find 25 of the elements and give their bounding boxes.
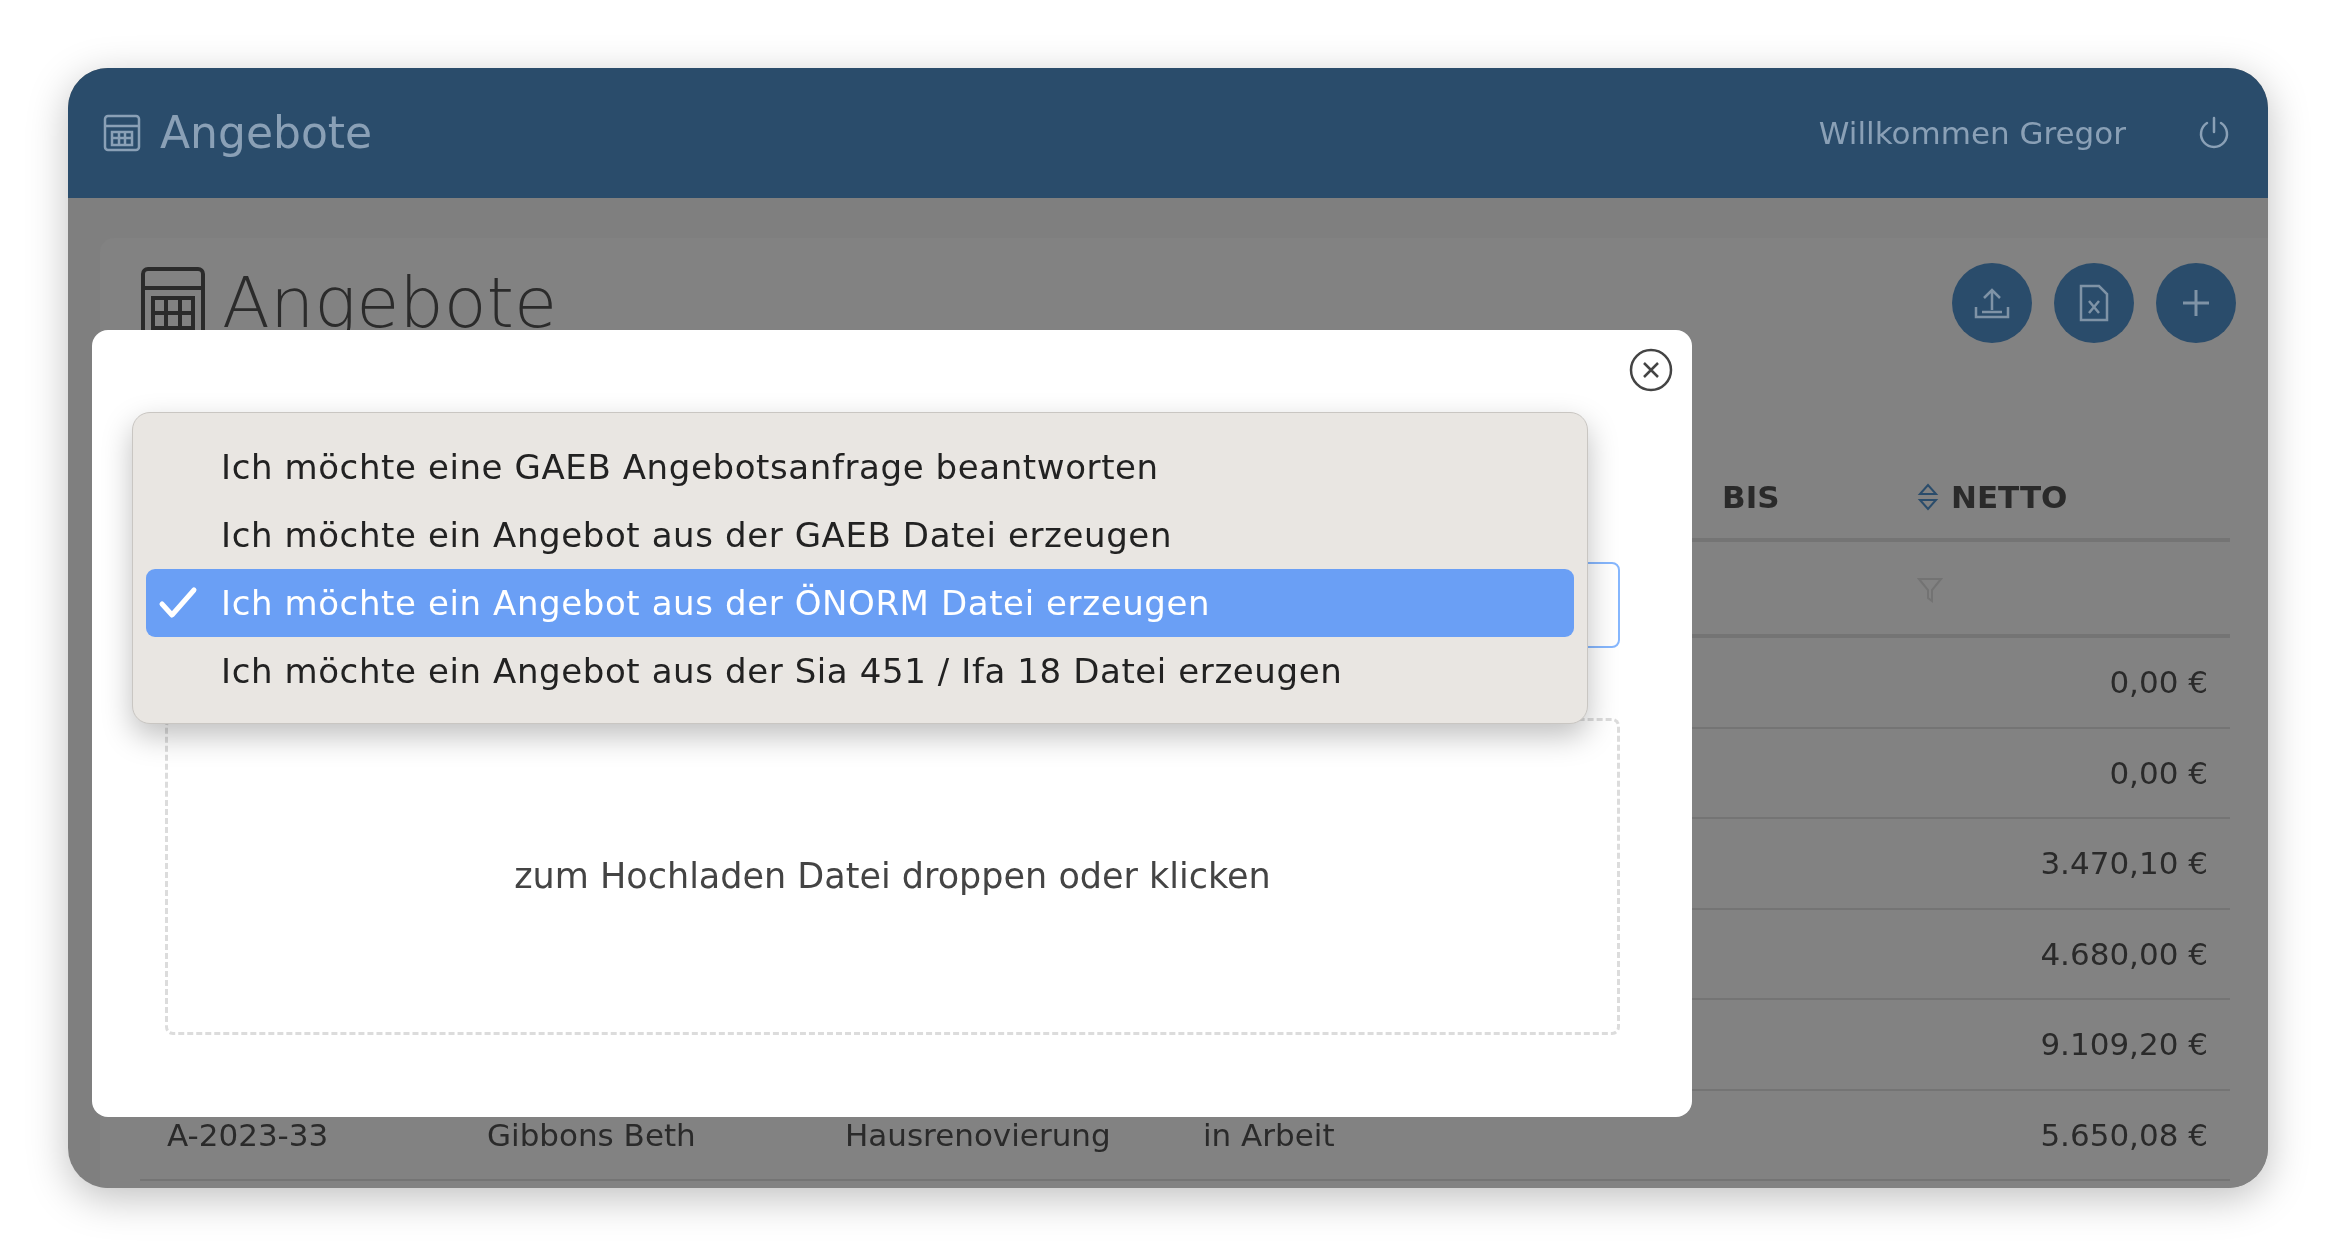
dropzone-hint: zum Hochladen Datei droppen oder klicken (514, 855, 1271, 899)
table-cell-text: Gibbons Beth (486, 1115, 697, 1155)
table-cell-text: A-2023-33 (166, 1115, 330, 1155)
checkmark-icon (158, 586, 198, 620)
table-cell-text: Hausrenovierung (844, 1115, 1112, 1155)
file-icon (2077, 283, 2111, 323)
app-title: Angebote (160, 106, 374, 160)
calculator-icon (102, 113, 142, 153)
column-header[interactable]: BIS (1695, 473, 1890, 521)
dropdown-option[interactable]: Ich möchte eine GAEB Angebotsanfrage beantworten (146, 433, 1574, 501)
column-header[interactable]: NETTO (1890, 473, 2230, 521)
table-cell-text: 0,00 € (2108, 753, 2209, 793)
table-cell-text: 0,00 € (2108, 663, 2209, 702)
table-cell-text: 9.109,20 € (2039, 1025, 2209, 1064)
close-button[interactable] (1628, 347, 1674, 393)
table-cell-text: 4.680,00 € (2039, 934, 2209, 974)
table-cell-text: 5.650,08 € (2039, 1115, 2209, 1155)
plus-icon (2180, 287, 2212, 319)
table-cell-text: 3.470,10 € (2039, 844, 2209, 883)
sort-icon[interactable] (1917, 482, 1939, 512)
table-cell-text: in Arbeit (1202, 1115, 1336, 1155)
dropdown-option[interactable]: Ich möchte ein Angebot aus der Sia 451 / Ifa 18 Datei erzeugen (146, 637, 1574, 705)
welcome-text: Willkommen Gregor (1818, 113, 2126, 153)
page-title: Angebote (222, 260, 559, 346)
dropdown-option[interactable]: Ich möchte ein Angebot aus der GAEB Datei erzeugen (146, 501, 1574, 569)
